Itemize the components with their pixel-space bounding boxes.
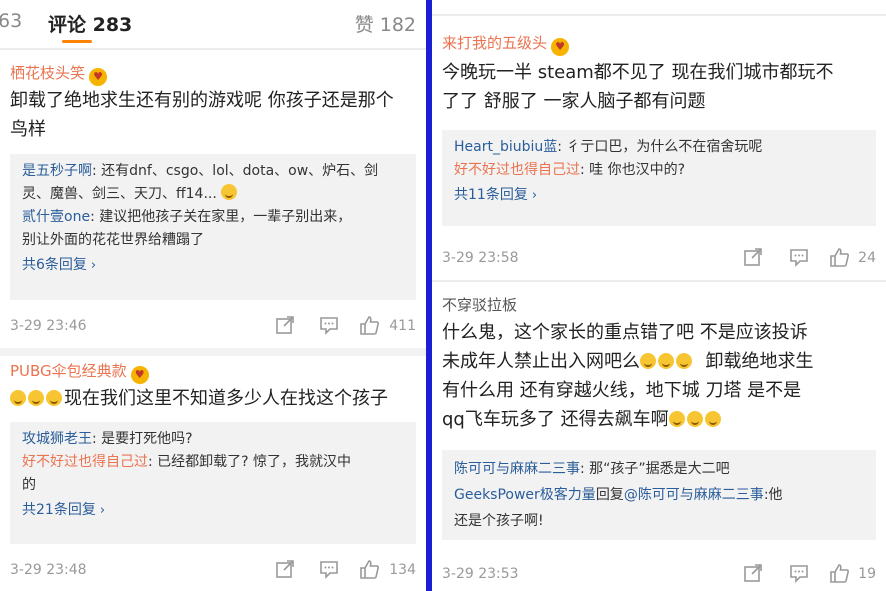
comment-tabs: 63 评论 283 赞 182 [0, 0, 426, 44]
tab-reposts[interactable]: 63 [0, 10, 22, 32]
tab-likes[interactable]: 赞 182 [355, 10, 416, 37]
divider [432, 280, 886, 282]
like-count: 411 [389, 318, 416, 334]
emoji-icon [221, 184, 238, 200]
reply-box[interactable]: 陈可可与麻麻二三事: 那“孩子”据悉是大二吧 GeeksPower极客力量回复@… [442, 450, 876, 540]
reply-username[interactable]: 攻城狮老王 [22, 431, 92, 447]
comment-time: 3-29 23:58 [442, 250, 519, 266]
reply-box[interactable]: 攻城狮老王: 是要打死他吗? 好不好过也得自己过: 已经都卸载了? 惊了，我就汉… [10, 422, 416, 544]
comment-item: 不穿驳拉板 什么鬼，这个家长的重点错了吧 不是应该投诉 未成年人禁止出入网吧么 … [432, 288, 886, 591]
share-icon[interactable] [274, 314, 298, 338]
reply-username[interactable]: Heart_biubiu蓝 [454, 139, 557, 155]
comment-item: PUBG伞包经典款 ♥ 现在我们这里不知道多少人在找这个孩子 攻城狮老王: 是要打… [0, 356, 426, 591]
more-replies-link[interactable]: 共11条回复 › [454, 184, 864, 207]
reply-box[interactable]: Heart_biubiu蓝: 彳亍口巴，为什么不在宿舍玩呢 好不好过也得自己过:… [442, 130, 876, 226]
reply-username[interactable]: 好不好过也得自己过 [22, 454, 148, 470]
share-icon[interactable] [274, 558, 298, 582]
comment-time: 3-29 23:46 [10, 318, 87, 334]
laugh-emoji-icon [658, 353, 674, 369]
comment-icon[interactable] [788, 246, 812, 270]
comment-username[interactable]: PUBG伞包经典款 ♥ [10, 360, 149, 384]
chevron-right-icon: › [99, 503, 106, 518]
comment-username[interactable]: 栖花枝头笑 ♥ [10, 62, 108, 86]
more-replies-link[interactable]: 共21条回复 › [22, 499, 404, 522]
chevron-right-icon: › [90, 258, 97, 273]
comment-time: 3-29 23:53 [442, 566, 519, 582]
tab-active-underline [62, 40, 92, 43]
more-replies-link[interactable]: 共6条回复 › [22, 254, 404, 277]
comment-icon[interactable] [318, 314, 342, 338]
comment-meta: 3-29 23:48 134 [10, 558, 416, 582]
reply-username[interactable]: 好不好过也得自己过 [454, 162, 580, 178]
comment-text: 现在我们这里不知道多少人在找这个孩子 [10, 384, 416, 413]
like-icon[interactable] [828, 246, 852, 270]
comment-text: 什么鬼，这个家长的重点错了吧 不是应该投诉 未成年人禁止出入网吧么 卸载绝地求生… [442, 322, 814, 430]
reply-username[interactable]: 陈可可与麻麻二三事 [454, 461, 580, 477]
laugh-emoji-icon [640, 353, 656, 369]
share-icon[interactable] [742, 562, 766, 586]
like-count: 134 [389, 562, 416, 578]
emoji-icon [46, 390, 62, 406]
fan-badge-icon: ♥ [89, 68, 108, 86]
comment-meta: 3-29 23:46 411 [10, 314, 416, 338]
right-screenshot-panel: 来打我的五级头 ♥ 今晚玩一半 steam都不见了 现在我们城市都玩不 了了 舒服… [432, 0, 886, 591]
comment-time: 3-29 23:48 [10, 562, 87, 578]
emoji-icon [28, 390, 44, 406]
like-count: 19 [858, 566, 876, 582]
divider [0, 48, 426, 50]
chevron-right-icon: › [531, 188, 538, 203]
comment-text: 卸载了绝地求生还有别的游戏呢 你孩子还是那个 鸟样 [10, 90, 394, 140]
tab-comments[interactable]: 评论 283 [48, 10, 132, 37]
comment-username[interactable]: 来打我的五级头 ♥ [442, 32, 570, 56]
comment-item: 栖花枝头笑 ♥ 卸载了绝地求生还有别的游戏呢 你孩子还是那个 鸟样 是五秒子啊: … [0, 58, 426, 348]
mention-link[interactable]: @陈可可与麻麻二三事 [624, 487, 764, 503]
section-divider [0, 348, 426, 356]
dizzy-emoji-icon [668, 411, 685, 427]
reply-username[interactable]: 是五秒子啊 [22, 163, 92, 179]
comment-username[interactable]: 不穿驳拉板 [442, 294, 517, 315]
emoji-icon [10, 390, 26, 406]
comment-meta: 3-29 23:53 19 [442, 562, 876, 586]
fan-badge-icon: ♥ [551, 38, 570, 56]
comment-text: 今晚玩一半 steam都不见了 现在我们城市都玩不 了了 舒服了 一家人脑子都有… [442, 62, 834, 112]
dizzy-emoji-icon [686, 411, 703, 427]
comment-icon[interactable] [318, 558, 342, 582]
reply-username[interactable]: 贰什壹one [22, 209, 90, 225]
divider [432, 14, 886, 16]
comment-item: 来打我的五级头 ♥ 今晚玩一半 steam都不见了 现在我们城市都玩不 了了 舒服… [432, 28, 886, 280]
like-count: 24 [858, 250, 876, 266]
fan-badge-icon: ♥ [130, 366, 149, 384]
reply-box[interactable]: 是五秒子啊: 还有dnf、csgo、lol、dota、ow、炉石、剑 灵、魔兽、… [10, 154, 416, 300]
comment-icon[interactable] [788, 562, 812, 586]
comment-meta: 3-29 23:58 24 [442, 246, 876, 270]
dizzy-emoji-icon [704, 411, 721, 427]
like-icon[interactable] [358, 558, 382, 582]
left-screenshot-panel: 63 评论 283 赞 182 栖花枝头笑 ♥ 卸载了绝地求生还有别的游戏呢 你孩… [0, 0, 426, 591]
like-icon[interactable] [828, 562, 852, 586]
reply-username[interactable]: GeeksPower极客力量 [454, 487, 596, 503]
like-icon[interactable] [358, 314, 382, 338]
laugh-emoji-icon [676, 353, 692, 369]
share-icon[interactable] [742, 246, 766, 270]
